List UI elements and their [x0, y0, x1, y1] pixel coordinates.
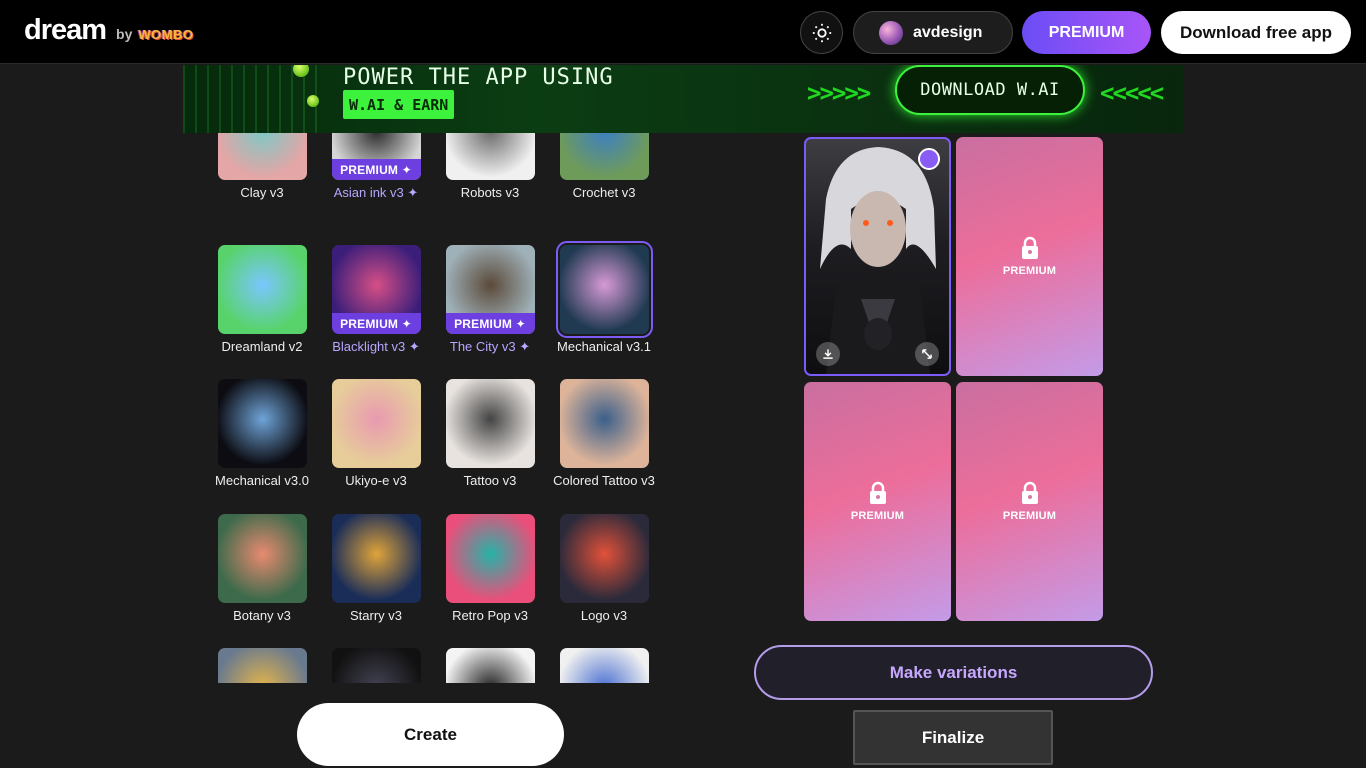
style-thumbnail	[217, 245, 307, 334]
premium-lock-label: PREMIUM	[850, 510, 905, 522]
lock-icon	[1021, 236, 1038, 259]
style-thumbnail	[559, 514, 649, 603]
style-option[interactable]: PREMIUM ✦ The City v3 ✦	[433, 245, 547, 355]
premium-button[interactable]: PREMIUM	[1022, 11, 1151, 54]
style-option[interactable]: Crochet v3	[547, 133, 661, 200]
user-menu-button[interactable]: avdesign	[853, 11, 1013, 54]
style-label: Colored Tattoo v3	[553, 473, 655, 488]
expand-icon[interactable]	[915, 342, 939, 366]
coin-icon	[293, 65, 309, 77]
lock-icon	[869, 481, 886, 504]
style-label: Dreamland v2	[221, 339, 303, 354]
style-thumbnail	[445, 133, 535, 180]
style-thumbnail	[559, 648, 649, 683]
style-label: Mechanical v3.0	[215, 473, 309, 488]
style-label: The City v3 ✦	[449, 339, 531, 354]
style-option[interactable]: Ukiyo-e v3	[319, 379, 433, 488]
result-card-locked[interactable]: PREMIUM	[956, 137, 1103, 376]
premium-badge: PREMIUM ✦	[331, 313, 421, 334]
style-label: Retro Pop v3	[452, 608, 528, 623]
result-image	[820, 147, 936, 374]
style-thumbnail	[445, 514, 535, 603]
style-option[interactable]	[547, 648, 661, 683]
make-variations-button[interactable]: Make variations	[754, 645, 1153, 700]
style-option[interactable]: Robots v3	[433, 133, 547, 200]
premium-badge: PREMIUM ✦	[445, 313, 535, 334]
style-option[interactable]	[433, 648, 547, 683]
banner-title: POWER THE APP USING	[343, 65, 614, 90]
ad-banner[interactable]: POWER THE APP USING W.AI & EARN >>>>> DO…	[183, 65, 1183, 133]
style-label: Crochet v3	[572, 185, 636, 200]
logo[interactable]: dream by WOMBO	[24, 14, 194, 47]
logo-dream: dream	[24, 14, 107, 46]
style-option[interactable]: Retro Pop v3	[433, 514, 547, 623]
style-thumbnail	[445, 379, 535, 468]
style-thumbnail	[217, 648, 307, 683]
style-label: Logo v3	[580, 608, 628, 623]
banner-arrows-left: >>>>>	[807, 79, 871, 107]
style-label: Botany v3	[233, 608, 291, 623]
style-label: Robots v3	[460, 185, 520, 200]
style-option[interactable]	[319, 648, 433, 683]
style-option[interactable]: Mechanical v3.1	[547, 241, 661, 354]
sun-icon	[812, 23, 831, 42]
style-label: Mechanical v3.1	[557, 339, 651, 354]
style-option[interactable]: PREMIUM ✦ Asian ink v3 ✦	[319, 133, 433, 201]
style-option[interactable]: Colored Tattoo v3	[547, 379, 661, 488]
lock-icon	[1021, 481, 1038, 504]
selected-indicator[interactable]	[918, 148, 940, 170]
premium-badge: PREMIUM ✦	[331, 159, 421, 180]
premium-lock-label: PREMIUM	[1002, 510, 1057, 522]
style-thumbnail	[217, 514, 307, 603]
style-option[interactable]	[205, 648, 319, 683]
theme-toggle-button[interactable]	[800, 11, 843, 54]
logo-by: by	[116, 26, 133, 42]
style-option[interactable]: Starry v3	[319, 514, 433, 623]
banner-download-button[interactable]: DOWNLOAD W.AI	[895, 65, 1085, 115]
style-option[interactable]: Clay v3	[205, 133, 319, 200]
style-label: Ukiyo-e v3	[345, 473, 407, 488]
create-button[interactable]: Create	[297, 703, 564, 766]
style-option[interactable]: Mechanical v3.0	[205, 379, 319, 488]
style-thumbnail	[331, 648, 421, 683]
style-thumbnail: PREMIUM ✦	[445, 245, 535, 334]
style-label: Asian ink v3 ✦	[333, 185, 419, 200]
style-thumbnail	[217, 379, 307, 468]
result-card-selected[interactable]	[804, 137, 951, 376]
style-option[interactable]: Dreamland v2	[205, 245, 319, 354]
banner-arrows-right: <<<<<	[1100, 79, 1164, 107]
download-icon[interactable]	[816, 342, 840, 366]
style-option[interactable]: Logo v3	[547, 514, 661, 623]
style-option[interactable]: Botany v3	[205, 514, 319, 623]
coin-icon	[307, 95, 319, 107]
avatar	[879, 20, 903, 45]
logo-wombo: WOMBO	[138, 27, 194, 42]
style-thumbnail	[445, 648, 535, 683]
style-option[interactable]: Tattoo v3	[433, 379, 547, 488]
username: avdesign	[913, 23, 983, 41]
top-bar: dream by WOMBO avdesign PREMIUM Download…	[0, 0, 1366, 64]
style-thumbnail	[555, 241, 653, 338]
style-label: Clay v3	[240, 185, 284, 200]
download-app-button[interactable]: Download free app	[1161, 11, 1351, 54]
style-thumbnail	[331, 514, 421, 603]
style-thumbnail	[217, 133, 307, 180]
style-label: Starry v3	[349, 608, 402, 623]
style-grid: Clay v3 PREMIUM ✦ Asian ink v3 ✦ Robots v3 C…	[205, 133, 665, 683]
finalize-button[interactable]: Finalize	[853, 710, 1053, 765]
style-thumbnail	[559, 133, 649, 180]
style-label: Tattoo v3	[463, 473, 517, 488]
result-card-locked[interactable]: PREMIUM	[956, 382, 1103, 621]
style-option[interactable]: PREMIUM ✦ Blacklight v3 ✦	[319, 245, 433, 355]
style-label: Blacklight v3 ✦	[332, 339, 420, 354]
style-thumbnail: PREMIUM ✦	[331, 245, 421, 334]
style-thumbnail: PREMIUM ✦	[331, 133, 421, 180]
style-thumbnail	[559, 379, 649, 468]
premium-lock-label: PREMIUM	[1002, 265, 1057, 277]
banner-tag: W.AI & EARN	[343, 90, 455, 119]
result-card-locked[interactable]: PREMIUM	[804, 382, 951, 621]
style-thumbnail	[331, 379, 421, 468]
